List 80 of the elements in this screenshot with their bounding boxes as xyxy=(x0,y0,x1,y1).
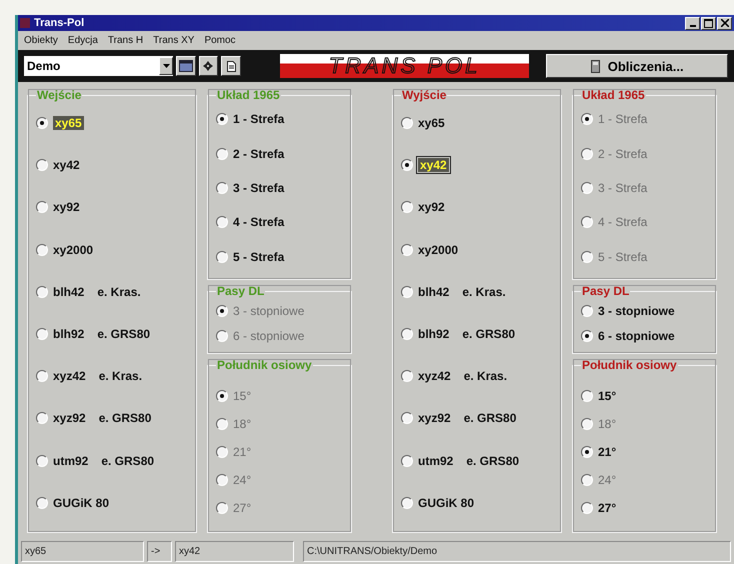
radio-option[interactable]: xy92 xyxy=(36,200,190,214)
radio-option[interactable]: 2 - Strefa xyxy=(216,146,345,161)
group-title: Układ 1965 xyxy=(216,88,281,102)
radio-option[interactable]: xyz42 e. Kras. xyxy=(36,369,190,384)
option-label: xy42 xyxy=(418,158,449,172)
menu-item[interactable]: Edycja xyxy=(68,35,98,46)
radio-option[interactable]: 21° xyxy=(581,445,710,459)
radio-option[interactable]: 3 - Strefa xyxy=(216,180,345,195)
radio-option[interactable]: xy2000 xyxy=(36,242,190,257)
radio-option[interactable]: xy2000 xyxy=(401,242,555,257)
option-label: GUGiK 80 xyxy=(53,496,110,510)
radio-option[interactable]: 27° xyxy=(581,501,710,515)
radio-option[interactable]: 1 - Strefa xyxy=(216,112,345,126)
ellipsoid-label: e. GRS80 xyxy=(466,454,520,468)
group-title: Pasy DL xyxy=(581,284,630,298)
option-label: xyz42 xyxy=(53,369,86,384)
menu-item[interactable]: Trans H xyxy=(108,35,144,46)
radio-option[interactable]: 4 - Strefa xyxy=(216,215,345,230)
status-panel: xy65 xyxy=(21,541,144,562)
calculate-button[interactable]: Obliczenia... xyxy=(546,54,728,78)
option-label: blh92 xyxy=(53,327,84,342)
radio-option[interactable]: xy42 xyxy=(401,158,555,172)
project-dropdown[interactable]: Demo xyxy=(24,56,174,76)
option-label: xyz92 xyxy=(418,411,451,426)
radio-option[interactable]: GUGiK 80 xyxy=(36,496,190,510)
group-title: Południk osiowy xyxy=(581,358,678,372)
radio-option[interactable]: 3 - stopniowe xyxy=(581,304,710,318)
option-label: blh42 xyxy=(53,284,84,299)
radio-option[interactable]: utm92 e. GRS80 xyxy=(401,454,555,468)
group-title: Wyjście xyxy=(401,88,448,102)
group-title: Układ 1965 xyxy=(581,88,646,102)
radio-option[interactable]: xy65 xyxy=(36,116,190,130)
ellipsoid-label: e. Kras. xyxy=(97,284,141,299)
radio-option[interactable]: 15° xyxy=(581,389,710,403)
option-label: xy92 xyxy=(53,200,80,214)
menu-item[interactable]: Pomoc xyxy=(204,35,236,46)
option-label: GUGiK 80 xyxy=(418,496,474,510)
ellipsoid-label: e. Kras. xyxy=(464,369,508,384)
menu-item[interactable]: Obiekty xyxy=(24,35,58,46)
status-panel: C:\UNITRANS/Obiekty/Demo xyxy=(303,541,731,562)
radio-option[interactable]: blh92 e. GRS80 xyxy=(401,327,555,342)
option-label: xy92 xyxy=(418,200,445,214)
option-label: blh92 xyxy=(418,327,450,342)
ellipsoid-label: e. GRS80 xyxy=(97,327,150,342)
group-title: Wejście xyxy=(36,88,82,102)
ellipsoid-label: e. Kras. xyxy=(462,284,506,299)
ellipsoid-label: e. GRS80 xyxy=(101,454,154,468)
option-label: blh42 xyxy=(418,284,450,299)
radio-option[interactable]: xyz92 e. GRS80 xyxy=(36,411,190,426)
window-title: Trans-Pol xyxy=(34,17,86,29)
ellipsoid-label: e. GRS80 xyxy=(98,411,152,426)
radio-option[interactable]: xyz92 e. GRS80 xyxy=(401,411,555,426)
option-label: utm92 xyxy=(418,454,454,468)
ellipsoid-label: e. Kras. xyxy=(98,369,142,384)
menu-item[interactable]: Trans XY xyxy=(153,35,194,46)
status-panel: xy42 xyxy=(175,541,294,562)
radio-option[interactable]: xy42 xyxy=(36,158,190,172)
radio-option[interactable]: xy65 xyxy=(401,116,555,130)
radio-option[interactable]: GUGiK 80 xyxy=(401,496,555,510)
option-label: xyz42 xyxy=(418,369,451,384)
option-label: xy42 xyxy=(53,158,80,172)
radio-option[interactable]: blh42 e. Kras. xyxy=(36,284,190,299)
radio-option[interactable]: 5 - Strefa xyxy=(216,250,345,264)
option-label: xyz92 xyxy=(53,411,86,426)
option-label: xy65 xyxy=(418,116,445,130)
option-label: xy65 xyxy=(53,116,84,130)
radio-option[interactable]: utm92 e. GRS80 xyxy=(36,454,190,468)
ellipsoid-label: e. GRS80 xyxy=(462,327,516,342)
ellipsoid-label: e. GRS80 xyxy=(464,411,516,426)
radio-option[interactable]: blh42 e. Kras. xyxy=(401,284,555,299)
status-panel: -> xyxy=(147,541,172,562)
group-title: Pasy DL xyxy=(216,284,266,298)
group-title: Południk osiowy xyxy=(216,358,313,372)
option-label: xy2000 xyxy=(53,242,94,257)
option-label: xy2000 xyxy=(418,242,458,257)
radio-option[interactable]: blh92 e. GRS80 xyxy=(36,327,190,342)
radio-option[interactable]: xyz42 e. Kras. xyxy=(401,369,555,384)
radio-option[interactable]: xy92 xyxy=(401,200,555,214)
radio-option[interactable]: 6 - stopniowe xyxy=(581,328,710,342)
option-label: utm92 xyxy=(53,454,88,468)
